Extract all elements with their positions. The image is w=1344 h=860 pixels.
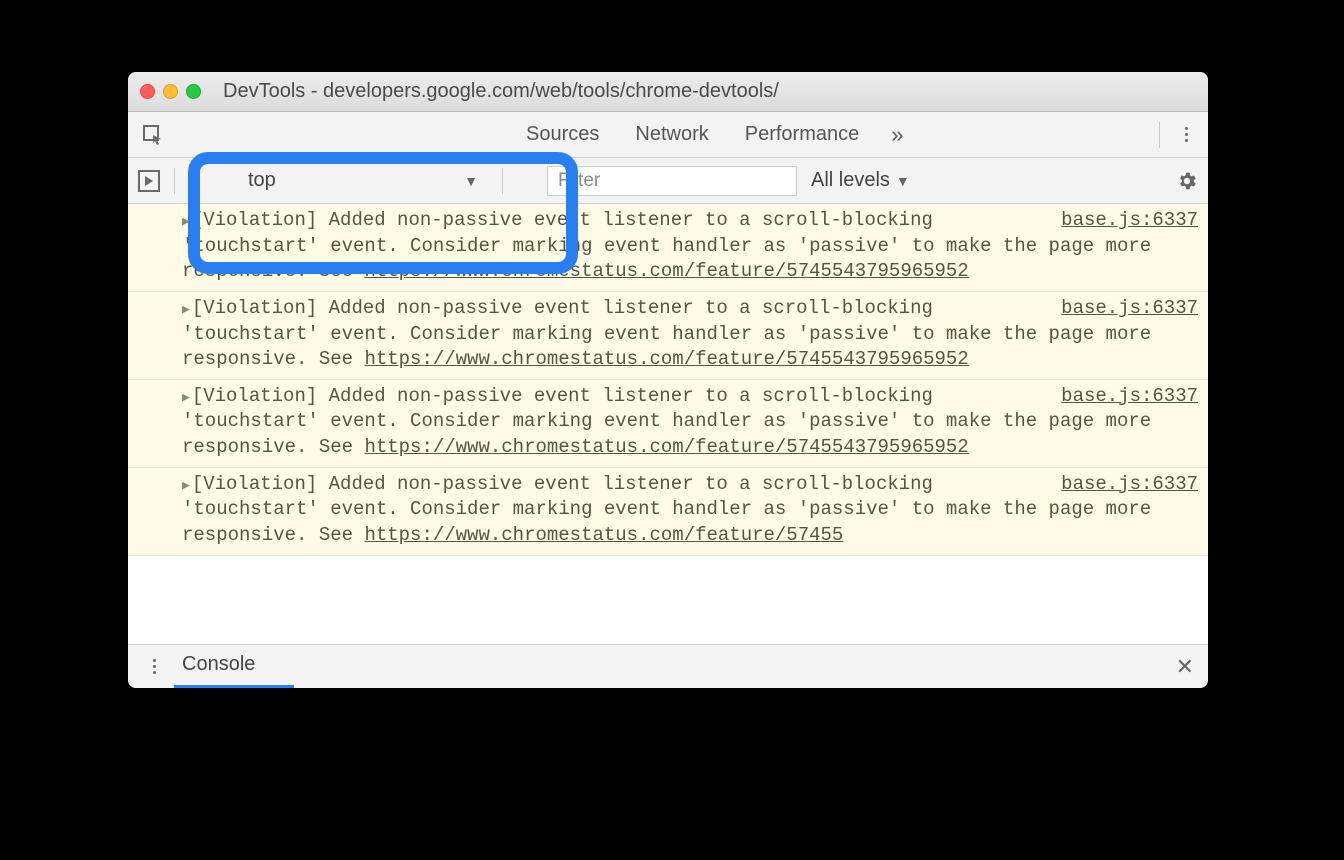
execution-context-selector[interactable]: top ▼: [238, 165, 488, 196]
message-link[interactable]: https://www.chromestatus.com/feature/574…: [364, 260, 968, 282]
tab-performance[interactable]: Performance: [737, 123, 868, 146]
minimize-window-button[interactable]: [163, 84, 178, 99]
message-link[interactable]: https://www.chromestatus.com/feature/574…: [364, 436, 968, 458]
zoom-window-button[interactable]: [186, 84, 201, 99]
titlebar: DevTools - developers.google.com/web/too…: [128, 72, 1208, 112]
expand-arrow-icon[interactable]: ▶: [182, 302, 190, 317]
gear-icon[interactable]: [1176, 170, 1198, 192]
tab-sources[interactable]: Sources: [518, 123, 607, 146]
execution-context-label: top: [248, 169, 276, 192]
log-levels-label: All levels: [811, 169, 890, 192]
close-drawer-icon[interactable]: ✕: [1176, 654, 1194, 680]
divider: [1159, 122, 1160, 148]
expand-arrow-icon[interactable]: ▶: [182, 390, 190, 405]
expand-arrow-icon[interactable]: ▶: [182, 214, 190, 229]
message-source-link[interactable]: base.js:6337: [1061, 296, 1198, 322]
filter-input[interactable]: [547, 166, 797, 196]
chevron-down-icon: ▼: [464, 173, 478, 189]
console-message: base.js:6337▶[Violation] Added non-passi…: [128, 468, 1208, 556]
tab-network[interactable]: Network: [627, 123, 716, 146]
devtools-tabbar: Sources Network Performance »: [128, 112, 1208, 158]
divider: [502, 168, 503, 194]
more-tabs-button[interactable]: »: [887, 122, 907, 148]
message-source-link[interactable]: base.js:6337: [1061, 384, 1198, 410]
log-levels-selector[interactable]: All levels ▼: [811, 169, 910, 192]
message-link[interactable]: https://www.chromestatus.com/feature/574…: [364, 348, 968, 370]
inspect-icon[interactable]: [138, 120, 168, 150]
drawer-tab-underline: [174, 685, 294, 688]
drawer: Console ✕: [128, 644, 1208, 688]
live-expression-icon[interactable]: [138, 170, 160, 192]
console-toolbar: top ▼ All levels ▼: [128, 158, 1208, 204]
drawer-tab-console[interactable]: Console: [182, 653, 255, 680]
drawer-menu-icon[interactable]: [142, 652, 166, 682]
message-link[interactable]: https://www.chromestatus.com/feature/574…: [364, 524, 843, 546]
console-message: base.js:6337▶[Violation] Added non-passi…: [128, 204, 1208, 292]
message-source-link[interactable]: base.js:6337: [1061, 472, 1198, 498]
console-message: base.js:6337▶[Violation] Added non-passi…: [128, 292, 1208, 380]
message-body: ▶[Violation] Added non-passive event lis…: [168, 208, 1198, 285]
console-messages: base.js:6337▶[Violation] Added non-passi…: [128, 204, 1208, 644]
expand-arrow-icon[interactable]: ▶: [182, 478, 190, 493]
window-title: DevTools - developers.google.com/web/too…: [223, 80, 779, 103]
window-controls: [140, 84, 201, 99]
kebab-menu-icon[interactable]: [1174, 120, 1198, 150]
close-window-button[interactable]: [140, 84, 155, 99]
chevron-down-icon: ▼: [896, 173, 910, 189]
message-source-link[interactable]: base.js:6337: [1061, 208, 1198, 234]
message-body: ▶[Violation] Added non-passive event lis…: [168, 384, 1198, 461]
message-body: ▶[Violation] Added non-passive event lis…: [168, 296, 1198, 373]
console-message: base.js:6337▶[Violation] Added non-passi…: [128, 380, 1208, 468]
divider: [174, 168, 175, 194]
devtools-window: DevTools - developers.google.com/web/too…: [128, 72, 1208, 688]
message-body: ▶[Violation] Added non-passive event lis…: [168, 472, 1198, 549]
